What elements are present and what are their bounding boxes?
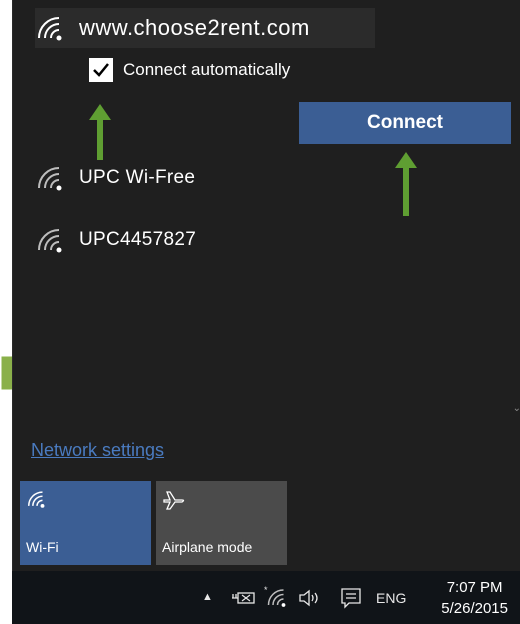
wifi-signal-icon — [38, 17, 62, 41]
airplane-mode-tile[interactable]: Airplane mode — [156, 481, 287, 565]
annotation-arrow-up — [89, 104, 111, 160]
network-item-selected[interactable]: www.choose2rent.com — [35, 8, 375, 48]
connect-button[interactable]: Connect — [299, 102, 511, 144]
airplane-tile-label: Airplane mode — [162, 539, 253, 555]
auto-connect-checkbox[interactable] — [89, 58, 113, 82]
wifi-signal-icon — [38, 229, 62, 253]
network-settings-link[interactable]: Network settings — [31, 440, 164, 461]
network-flyout: www.choose2rent.com Connect automaticall… — [12, 0, 520, 571]
check-icon — [93, 63, 109, 77]
language-indicator[interactable]: ENG — [376, 590, 406, 606]
auto-connect-label: Connect automatically — [123, 60, 291, 79]
network-item[interactable]: UPC Wi-Free — [35, 164, 195, 192]
chevron-up-icon[interactable]: ▲ — [202, 591, 213, 603]
chevron-down-icon[interactable]: ⌄ — [513, 404, 520, 414]
annotation-arrow-up — [395, 152, 417, 216]
svg-text:*: * — [264, 585, 268, 595]
airplane-icon — [163, 491, 185, 510]
clock-time: 7:07 PM — [446, 579, 503, 596]
wifi-signal-icon — [27, 491, 45, 508]
volume-icon[interactable] — [298, 589, 322, 607]
wifi-toggle-tile[interactable]: Wi-Fi — [20, 481, 151, 565]
clock[interactable]: 7:07 PM 5/26/2015 — [441, 577, 508, 619]
wifi-tile-label: Wi-Fi — [26, 539, 59, 555]
auto-connect-row[interactable]: Connect automatically — [89, 58, 290, 82]
network-name: www.choose2rent.com — [79, 15, 310, 40]
network-name: UPC Wi-Free — [79, 167, 196, 188]
scrollbar[interactable]: ⌄ — [513, 0, 520, 420]
network-item[interactable]: UPC4457827 — [35, 226, 196, 254]
network-name: UPC4457827 — [79, 229, 197, 250]
wifi-signal-icon[interactable]: * — [264, 585, 288, 607]
taskbar: ▲ * ENG 7:07 PM 5/26/2015 — [12, 571, 520, 624]
clock-date: 5/26/2015 — [441, 600, 508, 617]
wifi-signal-icon — [38, 167, 62, 191]
action-center-icon[interactable] — [340, 587, 362, 609]
battery-plug-icon[interactable] — [230, 589, 256, 607]
